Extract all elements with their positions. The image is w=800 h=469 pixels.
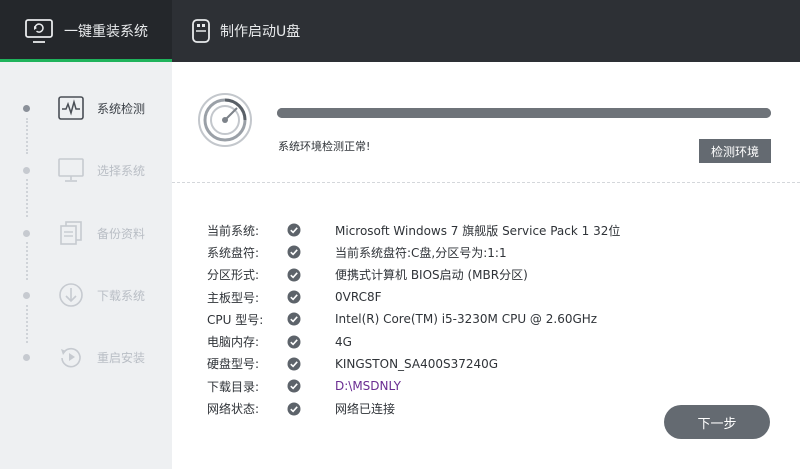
info-key: 系统盘符: [207,245,260,260]
info-key: 当前系统: [207,223,260,238]
check-circle-icon [287,335,301,349]
download-directory-link[interactable]: D:\MSDNLY [335,379,401,393]
tab-make-usb[interactable]: 制作启动U盘 [190,0,350,62]
info-key: 下载目录: [207,379,260,394]
system-info-row: 网络状态: 网络已连接 [207,397,620,419]
step-download-system[interactable]: 下载系统 [0,275,172,315]
check-circle-icon [287,402,301,416]
system-info-row: 当前系统: Microsoft Windows 7 旗舰版 Service Pac… [207,219,620,241]
usb-drive-icon [190,18,212,44]
info-key: 分区形式: [207,268,260,283]
check-circle-icon [287,312,301,326]
step-dot [23,166,30,174]
system-info-row: 下载目录: D:\MSDNLY [207,375,620,397]
step-label: 下载系统 [97,288,146,303]
tab-label: 制作启动U盘 [220,24,301,40]
step-label: 选择系统 [97,163,146,178]
system-info-row: 分区形式: 便携式计算机 BIOS启动 (MBR分区) [207,264,620,286]
system-info-row: CPU 型号: Intel(R) Core(TM) i5-3230M CPU @ … [207,308,620,330]
info-value: 0VRC8F [335,290,382,305]
next-step-button[interactable]: 下一步 [664,405,770,439]
tab-label: 一键重装系统 [64,24,148,40]
info-key: 网络状态: [207,402,260,417]
info-key: 电脑内存: [207,335,260,350]
system-info-row: 电脑内存: 4G [207,330,620,352]
step-sidebar: 系统检测 选择系统 备份资料 下载系统 重启安装 [0,62,172,469]
info-value: 当前系统盘符:C盘,分区号为:1:1 [335,245,507,260]
step-label: 备份资料 [97,226,146,241]
step-dot [23,104,30,112]
info-key: 主板型号: [207,290,260,305]
detect-environment-button[interactable]: 检测环境 [699,139,771,163]
system-info-list: 当前系统: Microsoft Windows 7 旗舰版 Service Pac… [207,219,620,420]
step-dot [23,353,30,361]
info-key: 硬盘型号: [207,357,260,372]
progress-fill [277,108,771,118]
download-icon [56,280,86,310]
tab-one-key-reinstall[interactable]: 一键重装系统 [0,0,172,62]
info-value: 网络已连接 [335,402,396,417]
check-circle-icon [287,245,301,259]
system-info-row: 硬盘型号: KINGSTON_SA400S37240G [207,353,620,375]
system-info-row: 主板型号: 0VRC8F [207,286,620,308]
check-circle-icon [287,223,301,237]
step-dot [23,229,30,237]
step-dot [23,291,30,299]
scan-gauge-icon [197,92,253,152]
main-panel: 系统环境检测正常! 检测环境 当前系统: Microsoft Windows 7 … [172,62,800,469]
step-restart-install[interactable]: 重启安装 [0,337,172,377]
monitor-refresh-icon [24,18,54,44]
detect-progress-bar [277,108,771,118]
step-system-check[interactable]: 系统检测 [0,88,172,128]
documents-icon [56,218,86,248]
system-info-row: 系统盘符: 当前系统盘符:C盘,分区号为:1:1 [207,241,620,263]
info-value: 便携式计算机 BIOS启动 (MBR分区) [335,268,528,283]
check-circle-icon [287,290,301,304]
info-value: Microsoft Windows 7 旗舰版 Service Pack 1 3… [335,223,621,238]
step-label: 系统检测 [97,101,146,116]
monitor-icon [56,155,86,185]
step-select-system[interactable]: 选择系统 [0,150,172,190]
step-backup-data[interactable]: 备份资料 [0,213,172,253]
info-value: KINGSTON_SA400S37240G [335,356,499,371]
info-value: 4G [335,334,352,349]
check-circle-icon [287,379,301,393]
info-value: Intel(R) Core(TM) i5-3230M CPU @ 2.60GHz [335,312,598,327]
check-circle-icon [287,268,301,282]
restart-icon [56,342,86,372]
section-divider [172,182,800,183]
pulse-monitor-icon [56,93,86,123]
top-bar: 一键重装系统 制作启动U盘 [0,0,800,62]
step-label: 重启安装 [97,350,146,365]
check-circle-icon [287,357,301,371]
detect-status-text: 系统环境检测正常! [278,140,371,153]
info-key: CPU 型号: [207,312,264,327]
